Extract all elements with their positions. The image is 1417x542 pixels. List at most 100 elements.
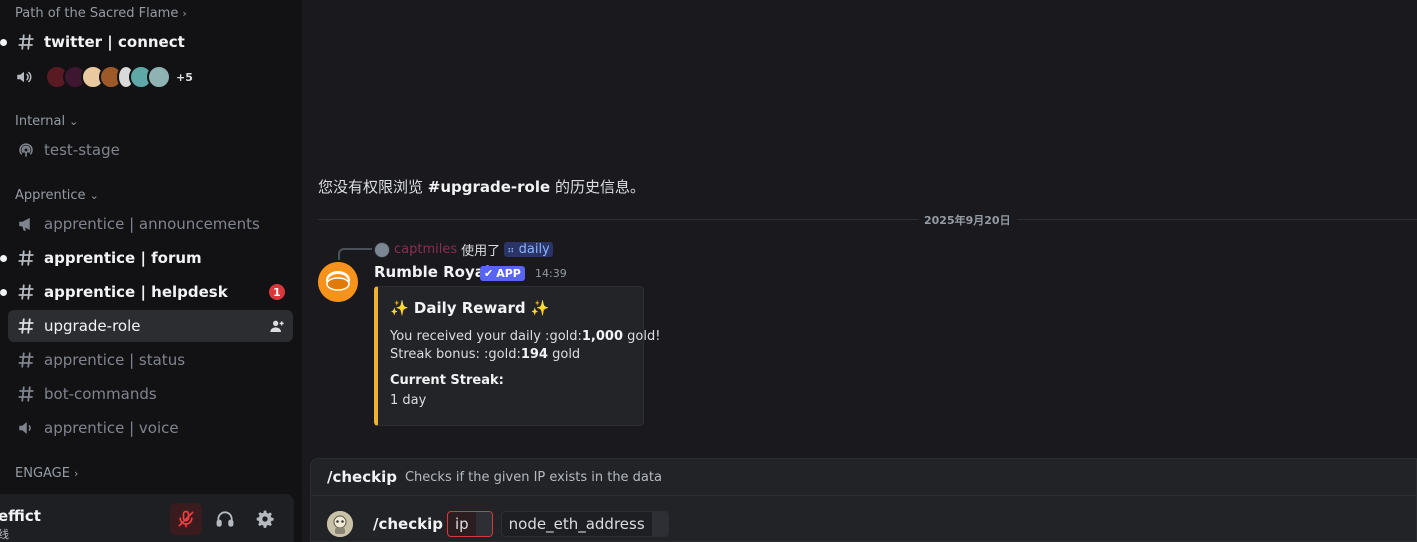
category-apprentice[interactable]: Apprentice ⌄ (15, 188, 99, 203)
category-internal[interactable]: Internal ⌄ (15, 114, 78, 129)
chevron-down-icon: ⌄ (89, 189, 99, 202)
category-label: Path of the Sacred Flame (15, 6, 179, 21)
channel-apprentice-status[interactable]: apprentice | status (8, 344, 293, 376)
hash-icon (16, 32, 36, 52)
embed-text: gold (547, 347, 581, 362)
embed-field-value: 1 day (390, 393, 427, 408)
option-node-eth-address[interactable]: node_eth_address (500, 511, 669, 537)
command-name: daily (518, 242, 550, 257)
message-embed: ✨ Daily Reward ✨ You received your daily… (374, 286, 660, 426)
channel-name: apprentice | voice (44, 419, 179, 437)
embed-title: ✨ Daily Reward ✨ (390, 299, 550, 317)
channel-bot-commands[interactable]: bot-commands (8, 378, 293, 410)
mention-badge: 1 (269, 284, 285, 300)
embed-amount: 194 (520, 347, 548, 362)
avatar (147, 65, 171, 89)
chat-area: 您没有权限浏览 #upgrade-role 的历史信息。 2025年9月20日 … (302, 0, 1417, 542)
slash-command-icon: ⠶ (507, 245, 515, 256)
user-status: 线 (0, 528, 9, 541)
voice-announcement-icon (16, 418, 36, 438)
user-panel: effict 线 (0, 494, 294, 542)
category-path-of-the-sacred-flame[interactable]: Path of the Sacred Flame › (15, 6, 187, 21)
command-title: /checkip (327, 468, 397, 486)
headphones-icon (216, 511, 234, 527)
mute-microphone-button[interactable] (170, 503, 202, 535)
hash-icon (16, 248, 36, 268)
category-label: Internal (15, 114, 66, 129)
category-label: Apprentice (15, 188, 86, 203)
option-value[interactable] (475, 512, 492, 536)
notice-suffix: 的历史信息。 (550, 178, 645, 196)
chevron-down-icon: ⌄ (69, 115, 79, 128)
option-ip[interactable]: ip (446, 511, 493, 537)
embed-text: gold! (623, 329, 661, 344)
bot-avatar (327, 511, 353, 537)
channel-name: twitter | connect (44, 33, 185, 51)
channel-apprentice-announcements[interactable]: apprentice | announcements (8, 208, 293, 240)
channel-name: bot-commands (44, 385, 157, 403)
command-header: /checkip Checks if the given IP exists i… (311, 459, 1416, 496)
unread-dot (0, 39, 7, 46)
category-label: ENGAGE (15, 466, 70, 481)
reply-connector (338, 248, 372, 260)
option-label: ip (454, 515, 469, 533)
verified-check-icon: ✔ (484, 267, 494, 280)
chevron-right-icon: › (182, 7, 187, 20)
reply-used-text: 使用了 (461, 244, 501, 259)
channel-test-stage[interactable]: test-stage (8, 134, 293, 166)
deafen-button[interactable] (209, 503, 241, 535)
command-input-row[interactable]: /checkip ip node_eth_address (327, 511, 669, 537)
channel-mention[interactable]: #upgrade-role (428, 178, 550, 196)
command-description: Checks if the given IP exists in the dat… (404, 469, 662, 485)
channel-apprentice-forum[interactable]: apprentice | forum (0, 242, 293, 274)
bot-avatar[interactable] (318, 262, 358, 302)
message-timestamp[interactable]: 14:39 (535, 267, 567, 280)
category-engage[interactable]: ENGAGE › (15, 466, 78, 481)
announcement-icon (16, 214, 36, 234)
reply-username[interactable]: captmiles (394, 242, 457, 257)
embed-text: You received your daily :gold: (390, 329, 582, 344)
channel-upgrade-role[interactable]: upgrade-role (8, 310, 293, 342)
channel-name: apprentice | forum (44, 249, 202, 267)
embed-line-streak-bonus: Streak bonus: :gold:194 gold (390, 347, 580, 362)
date-divider: 2025年9月20日 (918, 212, 1017, 228)
hash-icon (16, 282, 36, 302)
channel-name: apprentice | status (44, 351, 186, 369)
avatar[interactable] (374, 241, 390, 258)
app-tag: ✔ APP (480, 266, 525, 281)
stage-icon (16, 140, 36, 160)
option-label: node_eth_address (508, 515, 645, 533)
gear-icon (256, 510, 274, 528)
channel-twitter-connect[interactable]: twitter | connect (0, 26, 293, 58)
embed-line-daily: You received your daily :gold:1,000 gold… (390, 329, 660, 344)
speaker-icon (15, 68, 33, 86)
discord-window: Path of the Sacred Flame › twitter | con… (0, 0, 1417, 542)
embed-text: Streak bonus: :gold: (390, 347, 521, 362)
no-permission-notice: 您没有权限浏览 #upgrade-role 的历史信息。 (318, 176, 645, 197)
microphone-muted-icon (178, 510, 194, 528)
voice-overflow-count: +5 (176, 70, 193, 84)
channel-name: apprentice | announcements (44, 215, 260, 233)
unread-dot (0, 289, 7, 296)
command-reply-header: captmiles 使用了 ⠶ daily (374, 240, 553, 259)
channel-sidebar: Path of the Sacred Flame › twitter | con… (0, 0, 302, 542)
channel-name: test-stage (44, 141, 120, 159)
user-settings-button[interactable] (249, 503, 281, 535)
field-name: Current Streak: (390, 373, 504, 388)
voice-participants[interactable]: +5 (15, 64, 193, 90)
command-mention[interactable]: ⠶ daily (504, 242, 553, 257)
embed-field-name: Current Streak: (390, 373, 504, 388)
create-invite-icon[interactable] (269, 318, 285, 334)
embed-amount: 1,000 (581, 329, 624, 344)
channel-name: apprentice | helpdesk (44, 283, 228, 301)
channel-apprentice-helpdesk[interactable]: apprentice | helpdesk 1 (0, 276, 293, 308)
chevron-right-icon: › (73, 467, 79, 480)
channel-apprentice-voice[interactable]: apprentice | voice (8, 412, 293, 444)
option-value[interactable] (651, 512, 668, 536)
hash-icon (16, 316, 36, 336)
username[interactable]: effict (0, 507, 41, 525)
date-divider-line (318, 219, 1417, 220)
hash-icon (16, 350, 36, 370)
hash-icon (16, 384, 36, 404)
slash-command-bar: /checkip Checks if the given IP exists i… (310, 458, 1417, 542)
